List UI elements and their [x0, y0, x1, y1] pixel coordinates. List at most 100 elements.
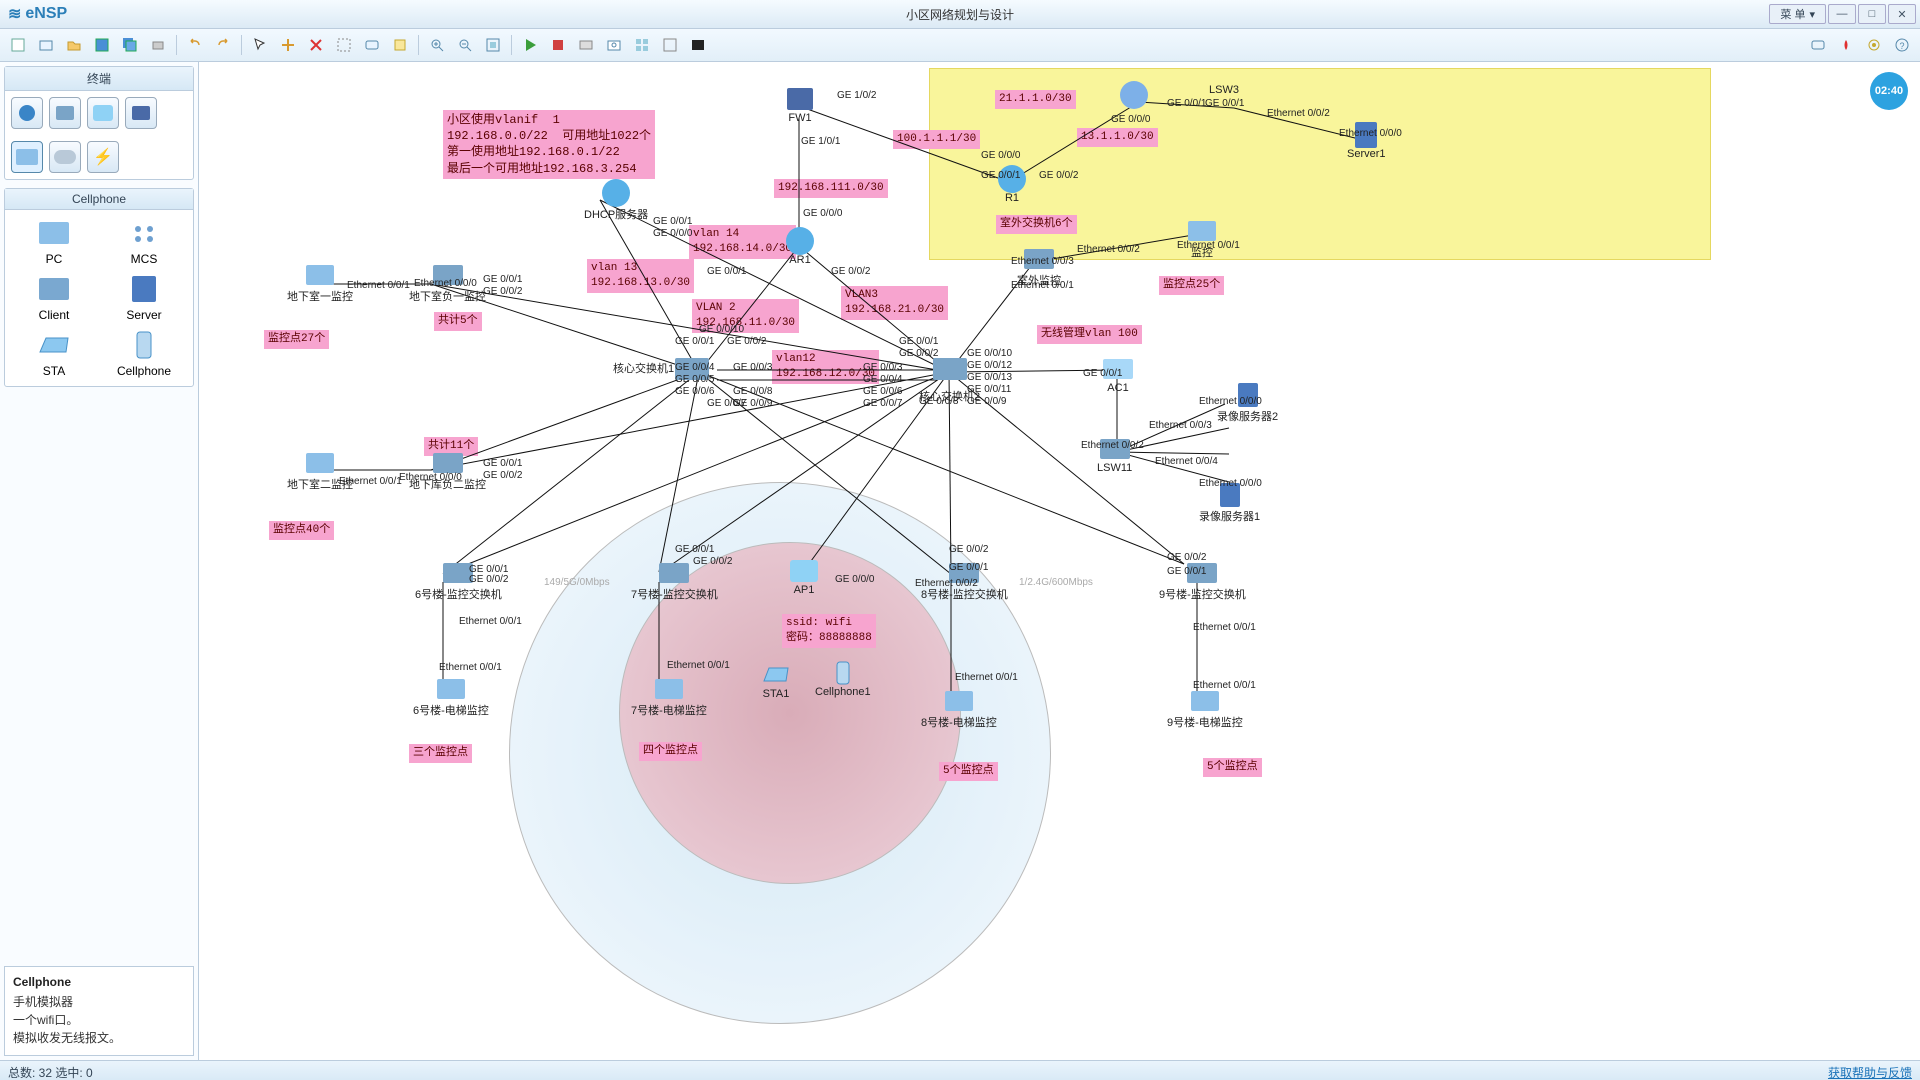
port-label: GE 0/0/2	[483, 470, 522, 481]
node-ar1[interactable]: AR1	[783, 228, 817, 266]
saveall-icon[interactable]	[118, 33, 142, 57]
select-icon[interactable]	[248, 33, 272, 57]
text-icon[interactable]	[360, 33, 384, 57]
port-label: GE 0/0/12	[967, 360, 1012, 371]
port-label: GE 0/0/0	[981, 150, 1020, 161]
wlan-category-icon[interactable]	[87, 97, 119, 129]
node-label: 8号楼-电梯监控	[921, 714, 997, 730]
status-count: 总数: 32 选中: 0	[8, 1064, 93, 1080]
node-label: 地下室负一监控	[409, 288, 486, 304]
zoomin-icon[interactable]	[425, 33, 449, 57]
menu-label: 菜 单	[1780, 6, 1805, 22]
separator	[176, 35, 177, 55]
node-el8[interactable]: 8号楼-电梯监控	[921, 688, 997, 730]
cloud-category-icon[interactable]	[49, 141, 81, 173]
node-label: 6号楼-监控交换机	[415, 586, 502, 602]
switch-category-icon[interactable]	[49, 97, 81, 129]
device-panel-header: Cellphone	[5, 189, 193, 210]
toolbar-right: ?	[1806, 33, 1914, 57]
settings-icon[interactable]	[1862, 33, 1886, 57]
note-p40: 监控点40个	[269, 521, 334, 540]
port-label: GE 0/0/1	[981, 170, 1020, 181]
port-label: Ethernet 0/0/1	[667, 660, 730, 671]
huawei-icon[interactable]	[1834, 33, 1858, 57]
zoomout-icon[interactable]	[453, 33, 477, 57]
new-device-icon[interactable]	[34, 33, 58, 57]
document-title: 小区网络规划与设计	[906, 6, 1014, 23]
fit-icon[interactable]	[481, 33, 505, 57]
device-server[interactable]: Server	[103, 274, 185, 322]
port-label: GE 0/0/1	[899, 336, 938, 347]
note-vlanif: 小区使用vlanif 1 192.168.0.0/22 可用地址1022个 第一…	[443, 110, 655, 179]
titlebar: ≋ eNSP 小区网络规划与设计 菜 单 ▾ — □ ✕	[0, 0, 1920, 29]
device-pc[interactable]: PC	[13, 218, 95, 266]
device-cellphone[interactable]: Cellphone	[103, 330, 185, 378]
topology-canvas[interactable]: 02:40 小区使用vlanif 1 192.168.0.0/22 可用地址10…	[199, 62, 1920, 1060]
port-label: GE 0/0/13	[967, 372, 1012, 383]
node-sta1[interactable]: STA1	[759, 662, 793, 700]
close-button[interactable]: ✕	[1888, 4, 1916, 24]
node-ap1[interactable]: AP1	[787, 558, 821, 596]
node-cellphone1[interactable]: Cellphone1	[815, 660, 871, 698]
blackbox-icon[interactable]	[686, 33, 710, 57]
device-client[interactable]: Client	[13, 274, 95, 322]
port-label: GE 0/0/1	[653, 216, 692, 227]
help-link[interactable]: 获取帮助与反馈	[1828, 1064, 1912, 1080]
redo-icon[interactable]	[211, 33, 235, 57]
device-sta[interactable]: STA	[13, 330, 95, 378]
node-fw1[interactable]: FW1	[783, 86, 817, 124]
stop-icon[interactable]	[546, 33, 570, 57]
pc-category-icon[interactable]	[11, 141, 43, 173]
port-label: GE 0/0/9	[967, 396, 1006, 407]
port-label: Ethernet 0/0/0	[399, 472, 462, 483]
note-p27: 监控点27个	[264, 330, 329, 349]
snapshot-icon[interactable]	[602, 33, 626, 57]
node-outdoor-monitor[interactable]: 监控	[1185, 218, 1219, 260]
node-el7[interactable]: 7号楼-电梯监控	[631, 676, 707, 718]
node-b1mon[interactable]: 地下室一监控	[287, 262, 353, 304]
play-icon[interactable]	[518, 33, 542, 57]
port-label: GE 0/0/2	[483, 286, 522, 297]
node-label: AP1	[794, 584, 815, 596]
help-icon[interactable]: ?	[1890, 33, 1914, 57]
firewall-category-icon[interactable]	[125, 97, 157, 129]
note-n111: 192.168.111.0/30	[774, 179, 888, 198]
node-dhcp[interactable]: DHCP服务器	[584, 180, 648, 222]
window-icon[interactable]	[658, 33, 682, 57]
maximize-button[interactable]: □	[1858, 4, 1886, 24]
port-label: GE 0/0/1	[1167, 566, 1206, 577]
print-icon[interactable]	[146, 33, 170, 57]
undo-icon[interactable]	[183, 33, 207, 57]
minimize-button[interactable]: —	[1828, 4, 1856, 24]
message-icon[interactable]	[1806, 33, 1830, 57]
save-icon[interactable]	[90, 33, 114, 57]
port-label: Ethernet 0/0/3	[1149, 420, 1212, 431]
svg-text:?: ?	[1899, 41, 1904, 51]
router-category-icon[interactable]	[11, 97, 43, 129]
node-b2sw[interactable]: 地下库负二监控	[409, 450, 486, 492]
device-mcs[interactable]: MCS	[103, 218, 185, 266]
port-label: GE 0/0/0	[803, 208, 842, 219]
node-label: 7号楼-监控交换机	[631, 586, 718, 602]
port-label: GE 0/0/10	[967, 348, 1012, 359]
open-icon[interactable]	[62, 33, 86, 57]
note-b7: 四个监控点	[639, 742, 702, 761]
new-topo-icon[interactable]	[6, 33, 30, 57]
port-label: GE 0/0/1	[949, 562, 988, 573]
desc-line: 一个wifi口。	[13, 1011, 185, 1029]
port-label: GE 0/0/5	[675, 374, 714, 385]
menu-button[interactable]: 菜 单 ▾	[1769, 4, 1826, 24]
node-el6[interactable]: 6号楼-电梯监控	[413, 676, 489, 718]
pan-icon[interactable]	[276, 33, 300, 57]
grid-icon[interactable]	[630, 33, 654, 57]
link-category-icon[interactable]: ⚡	[87, 141, 119, 173]
port-label: GE 0/0/3	[863, 362, 902, 373]
port-label: GE 0/0/4	[863, 374, 902, 385]
logo-icon: ≋	[8, 4, 21, 24]
desc-title: Cellphone	[13, 975, 185, 989]
node-el9[interactable]: 9号楼-电梯监控	[1167, 688, 1243, 730]
record-icon[interactable]	[574, 33, 598, 57]
delete-icon[interactable]	[304, 33, 328, 57]
shape-icon[interactable]	[388, 33, 412, 57]
edit-icon[interactable]	[332, 33, 356, 57]
